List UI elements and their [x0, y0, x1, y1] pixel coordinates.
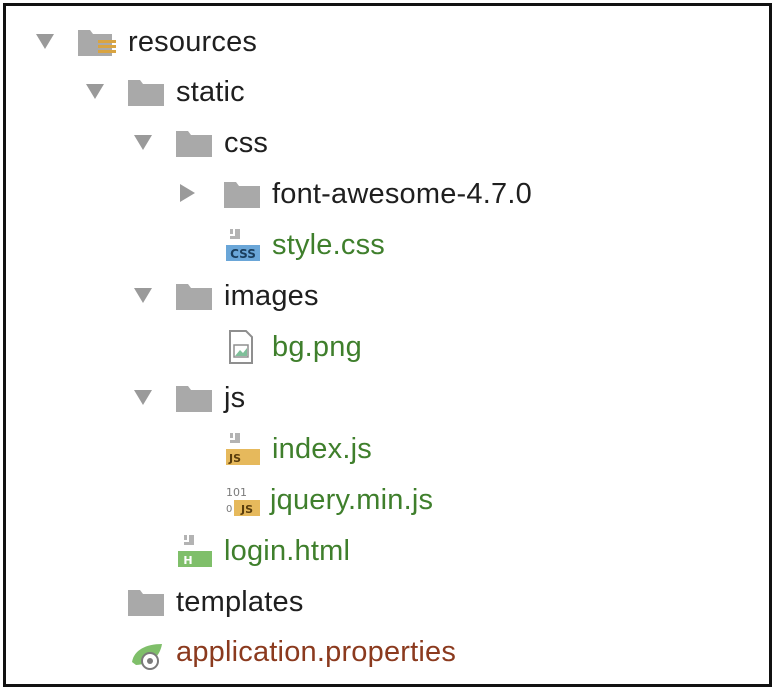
tree-node-templates[interactable]: templates — [6, 578, 769, 626]
tree-node-font-awesome[interactable]: font-awesome-4.7.0 — [6, 170, 769, 218]
tree-node-label: static — [176, 76, 245, 108]
properties-file-icon — [128, 634, 168, 670]
folder-icon — [174, 380, 214, 416]
image-file-icon — [224, 329, 264, 365]
tree-node-js[interactable]: js — [6, 374, 769, 422]
expand-arrow-down-icon[interactable] — [84, 80, 106, 102]
tree-node-label: bg.png — [272, 331, 362, 363]
tree-node-bg-png[interactable]: bg.png — [6, 323, 769, 371]
file-tree: resources static css font-awesome-4.7.0 … — [6, 6, 769, 684]
tree-node-label: images — [224, 280, 319, 312]
tree-node-images[interactable]: images — [6, 272, 769, 320]
tree-node-static[interactable]: static — [6, 68, 769, 116]
tree-node-resources[interactable]: resources — [6, 18, 769, 66]
css-file-icon: CSS — [224, 227, 264, 263]
project-tree-panel: resources static css font-awesome-4.7.0 … — [3, 3, 772, 687]
folder-icon — [174, 278, 214, 314]
tree-node-label: jquery.min.js — [270, 484, 434, 516]
tree-node-index-js[interactable]: JS index.js — [6, 425, 769, 473]
tree-node-style-css[interactable]: CSS style.css — [6, 221, 769, 269]
tree-node-jquery-min-js[interactable]: 101 0 JS jquery.min.js — [6, 476, 769, 524]
svg-text:H: H — [183, 554, 192, 567]
expand-arrow-down-icon[interactable] — [132, 131, 154, 153]
svg-text:0: 0 — [226, 504, 232, 515]
tree-node-label: css — [224, 127, 269, 159]
expand-arrow-down-icon[interactable] — [132, 386, 154, 408]
tree-node-label: js — [224, 382, 246, 414]
folder-icon — [126, 74, 166, 110]
svg-text:JS: JS — [228, 452, 241, 465]
tree-node-label: font-awesome-4.7.0 — [272, 178, 532, 210]
expand-arrow-down-icon[interactable] — [34, 30, 56, 52]
expand-arrow-down-icon[interactable] — [132, 284, 154, 306]
minified-js-file-icon: 101 0 JS — [224, 482, 264, 518]
html-file-icon: H — [176, 533, 216, 569]
tree-node-application-properties[interactable]: application.properties — [6, 628, 769, 676]
tree-node-login-html[interactable]: H login.html — [6, 527, 769, 575]
expand-arrow-right-icon[interactable] — [176, 182, 198, 204]
resources-folder-icon — [76, 24, 116, 60]
tree-node-label: templates — [176, 586, 304, 618]
folder-icon — [222, 176, 262, 212]
svg-text:101: 101 — [226, 486, 247, 499]
tree-node-label: style.css — [272, 229, 385, 261]
js-file-icon: JS — [224, 431, 264, 467]
tree-node-label: application.properties — [176, 636, 457, 668]
svg-text:JS: JS — [240, 503, 253, 516]
tree-node-label: login.html — [224, 535, 351, 567]
tree-node-css[interactable]: css — [6, 119, 769, 167]
svg-text:CSS: CSS — [230, 247, 256, 261]
folder-icon — [126, 584, 166, 620]
folder-icon — [174, 125, 214, 161]
tree-node-label: index.js — [272, 433, 372, 465]
tree-node-label: resources — [128, 26, 258, 58]
